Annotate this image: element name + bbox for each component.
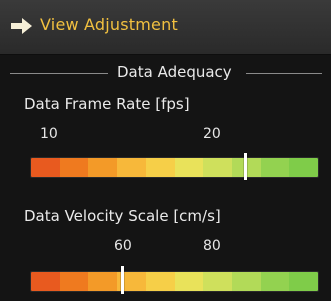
gradient-segment bbox=[260, 272, 290, 291]
gradient-segment bbox=[31, 158, 60, 177]
gradient-segment bbox=[31, 272, 60, 291]
section-divider-left bbox=[10, 73, 108, 74]
gradient-segment bbox=[88, 272, 118, 291]
section-divider-right bbox=[246, 73, 322, 74]
velocity-scale-tick-60: 60 bbox=[114, 238, 132, 254]
frame-rate-slider[interactable] bbox=[30, 157, 319, 178]
gradient-segment bbox=[203, 158, 232, 177]
panel-title: View Adjustment bbox=[40, 15, 178, 34]
gradient-segment bbox=[59, 272, 89, 291]
gradient-segment bbox=[145, 158, 175, 177]
gradient-segment bbox=[289, 272, 318, 291]
frame-rate-tick-20: 20 bbox=[203, 126, 221, 142]
velocity-scale-marker[interactable] bbox=[120, 266, 124, 294]
gradient-segment bbox=[59, 158, 89, 177]
gradient-segment bbox=[260, 158, 290, 177]
gradient-segment bbox=[174, 158, 204, 177]
velocity-scale-slider[interactable] bbox=[30, 271, 319, 292]
gradient-segment bbox=[145, 272, 175, 291]
gradient-segment bbox=[203, 272, 232, 291]
gradient-segment bbox=[289, 158, 318, 177]
frame-rate-label: Data Frame Rate [fps] bbox=[24, 95, 190, 113]
section-title: Data Adequacy bbox=[117, 63, 232, 81]
frame-rate-marker[interactable] bbox=[244, 153, 248, 180]
panel-header[interactable]: View Adjustment bbox=[0, 0, 331, 55]
frame-rate-tick-10: 10 bbox=[40, 126, 58, 142]
gradient-segment bbox=[117, 158, 146, 177]
gradient-segment bbox=[174, 272, 204, 291]
velocity-scale-label: Data Velocity Scale [cm/s] bbox=[24, 207, 221, 225]
arrow-right-icon bbox=[11, 18, 32, 34]
gradient-segment bbox=[231, 272, 261, 291]
velocity-scale-tick-80: 80 bbox=[203, 238, 221, 254]
gradient-segment bbox=[88, 158, 118, 177]
